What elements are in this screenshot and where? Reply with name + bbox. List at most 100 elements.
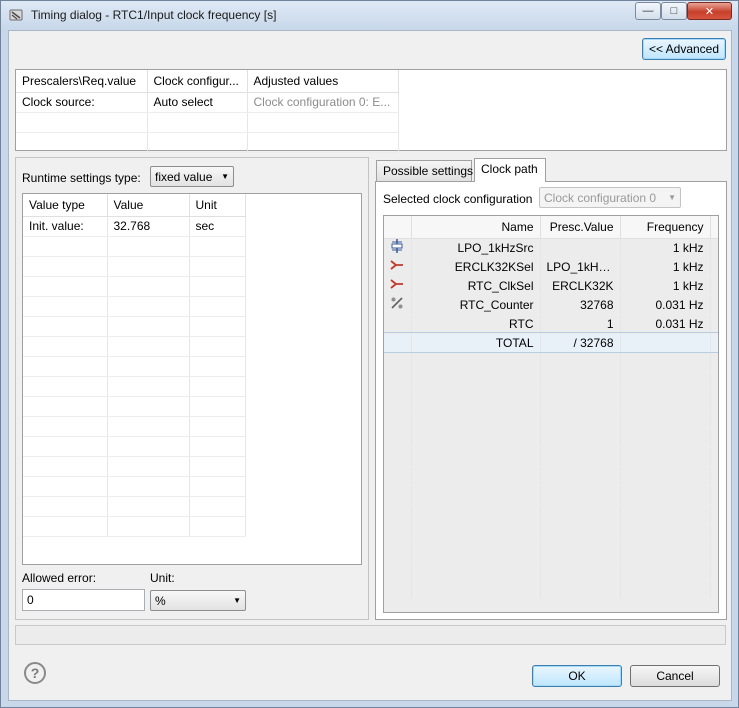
empty-row [23,336,246,357]
runtime-table-header: Value type Value Unit [23,194,246,217]
header-presc-value[interactable]: Presc.Value [540,216,621,239]
init-value[interactable]: 32.768 [107,216,190,237]
table-row[interactable]: RTC_Counter 32768 0.031 Hz [384,295,718,315]
divider-icon [384,295,412,315]
clock-path-tab-panel: Selected clock configuration Clock confi… [375,181,727,620]
clock-node-presc: 32768 [540,295,621,315]
runtime-type-dropdown[interactable]: fixed value ▼ [150,166,234,187]
table-row[interactable]: RTC 1 0.031 Hz [384,314,718,334]
header-prescalers[interactable]: Prescalers\Req.value [16,70,148,93]
empty-row [23,436,246,457]
clock-node-frequency: 0.031 Hz [620,314,711,334]
selected-config-value: Clock configuration 0 [544,190,657,205]
empty-row [384,466,718,486]
clock-node-name: ERCLK32KSel [411,257,541,277]
allowed-error-input[interactable] [22,589,145,611]
chevron-down-icon: ▼ [668,193,676,202]
empty-row [23,516,246,537]
clock-source-value[interactable]: Auto select [147,92,248,113]
empty-row [384,428,718,448]
table-row[interactable]: LPO_1kHzSrc 1 kHz [384,238,718,258]
empty-row [23,356,246,377]
empty-row [23,236,246,257]
window-title: Timing dialog - RTC1/Input clock frequen… [31,8,277,22]
cancel-button[interactable]: Cancel [630,665,720,687]
runtime-type-value: fixed value [155,169,213,184]
runtime-settings-group: Runtime settings type: fixed value ▼ Val… [15,157,369,620]
runtime-values-table-panel: Value type Value Unit Init. value: 32.76… [22,193,362,565]
clock-node-frequency: 1 kHz [620,238,711,258]
header-clock-configuration[interactable]: Clock configur... [147,70,248,93]
allowed-error-label: Allowed error: [22,571,97,585]
tab-possible-settings[interactable]: Possible settings [376,160,473,182]
clock-path-table-panel: Name Presc.Value Frequency LPO_1kHzSrc 1… [383,215,719,613]
empty-row [23,256,246,277]
empty-row [23,316,246,337]
table-row[interactable]: Init. value: 32.768 sec [23,216,246,237]
clock-node-presc: ERCLK32K [540,276,621,296]
chevron-down-icon: ▼ [221,172,229,181]
oscillator-icon [384,238,412,258]
header-value[interactable]: Value [107,194,190,217]
ok-button[interactable]: OK [532,665,622,687]
empty-row [23,376,246,397]
empty-row [23,496,246,517]
clock-node-name: LPO_1kHzSrc [411,238,541,258]
runtime-type-label: Runtime settings type: [22,171,141,185]
minimize-button[interactable]: — [635,2,661,20]
selected-config-dropdown[interactable]: Clock configuration 0 ▼ [539,187,681,208]
clock-node-name: RTC_Counter [411,295,541,315]
adjusted-value: Clock configuration 0: E... [247,92,399,113]
runtime-values-table: Value type Value Unit Init. value: 32.76… [23,194,246,537]
total-label: TOTAL [411,333,541,353]
status-bar [15,625,726,645]
chevron-down-icon: ▼ [233,596,241,605]
clock-node-frequency: 0.031 Hz [620,295,711,315]
empty-row [384,561,718,581]
unit-value: % [155,593,166,608]
app-icon [9,9,23,21]
title-bar[interactable]: Timing dialog - RTC1/Input clock frequen… [1,1,738,29]
advanced-button[interactable]: << Advanced [642,38,726,60]
header-adjusted-values[interactable]: Adjusted values [247,70,399,93]
empty-row [384,352,718,372]
clock-node-name: RTC_ClkSel [411,276,541,296]
clock-node-frequency: 1 kHz [620,257,711,277]
maximize-button[interactable]: □ [661,2,687,20]
table-row[interactable]: Clock source: Auto select Clock configur… [16,92,399,113]
clock-source-label: Clock source: [16,92,148,113]
clock-path-header: Name Presc.Value Frequency [384,216,718,239]
header-value-type[interactable]: Value type [23,194,108,217]
empty-row [384,447,718,467]
prescalers-table: Prescalers\Req.value Clock configur... A… [16,70,399,153]
empty-row [23,476,246,497]
selector-icon [384,276,412,296]
selector-icon [384,257,412,277]
total-presc: / 32768 [540,333,621,353]
table-row[interactable]: RTC_ClkSel ERCLK32K 1 kHz [384,276,718,296]
prescalers-table-header: Prescalers\Req.value Clock configur... A… [16,70,399,93]
tab-clock-path[interactable]: Clock path [474,158,546,182]
init-value-unit[interactable]: sec [189,216,246,237]
header-icon [384,216,412,239]
timing-dialog-window: Timing dialog - RTC1/Input clock frequen… [0,0,739,708]
dialog-body: << Advanced Prescalers\Req.value Clock c… [8,30,732,701]
empty-row [384,504,718,524]
header-name[interactable]: Name [411,216,541,239]
close-button[interactable]: ✕ [687,2,732,20]
header-unit[interactable]: Unit [189,194,246,217]
help-icon[interactable]: ? [24,662,46,684]
clock-node-presc: LPO_1kHz... [540,257,621,277]
empty-row [384,409,718,429]
unit-dropdown[interactable]: % ▼ [150,590,246,611]
empty-row [23,416,246,437]
table-row[interactable]: ERCLK32KSel LPO_1kHz... 1 kHz [384,257,718,277]
clock-node-presc [540,238,621,258]
clock-node-frequency: 1 kHz [620,276,711,296]
table-row [16,132,399,153]
selected-config-label: Selected clock configuration [383,192,533,206]
total-row[interactable]: TOTAL / 32768 [384,332,718,353]
header-frequency[interactable]: Frequency [620,216,711,239]
empty-row [23,396,246,417]
clock-node-presc: 1 [540,314,621,334]
